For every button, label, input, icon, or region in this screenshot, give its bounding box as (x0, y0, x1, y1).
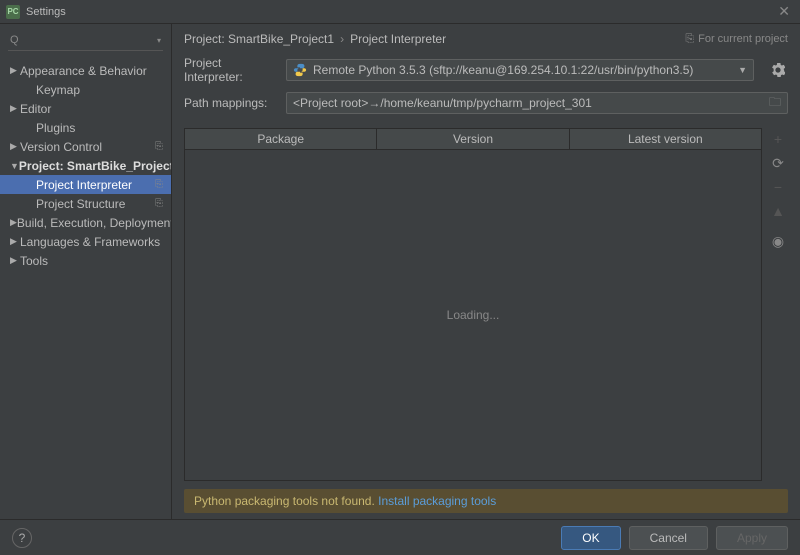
chevron-right-icon: ▶ (10, 255, 20, 266)
tree-item[interactable]: Project Structure ⎘ (0, 194, 171, 213)
tree-item-label: Build, Execution, Deployment (17, 216, 171, 230)
add-package-icon[interactable]: + (769, 130, 787, 148)
tree-item[interactable]: ▶Editor (0, 99, 171, 118)
chevron-right-icon: ▶ (10, 236, 20, 247)
warning-text: Python packaging tools not found. (194, 494, 378, 508)
copy-icon: ⎘ (685, 33, 694, 46)
table-column-latest[interactable]: Latest version (570, 129, 761, 149)
tree-item-label: Tools (20, 254, 48, 268)
tree-item-label: Plugins (36, 121, 75, 135)
tree-item[interactable]: ▶Languages & Frameworks (0, 232, 171, 251)
chevron-right-icon: ▶ (10, 217, 17, 228)
tree-item-label: Editor (20, 102, 51, 116)
search-icon: Q (10, 34, 19, 46)
apply-button[interactable]: Apply (716, 526, 788, 550)
search-box[interactable]: Q ▾ (8, 30, 163, 51)
settings-tree: ▶Appearance & BehaviorKeymap▶EditorPlugi… (0, 57, 171, 519)
busy-icon: ⟳ (769, 154, 787, 172)
project-scope-icon: ⎘ (149, 141, 163, 152)
tree-item[interactable]: ▶Appearance & Behavior (0, 61, 171, 80)
breadcrumb-project: Project: SmartBike_Project1 (184, 32, 334, 46)
folder-icon[interactable]: 🗀 (769, 93, 781, 114)
mappings-label: Path mappings: (184, 96, 276, 110)
tree-item[interactable]: Plugins (0, 118, 171, 137)
remove-package-icon[interactable]: − (769, 178, 787, 196)
tree-item[interactable]: ▶Tools (0, 251, 171, 270)
mappings-field[interactable]: <Project root>→/home/keanu/tmp/pycharm_p… (286, 92, 788, 114)
chevron-right-icon: ▶ (10, 65, 20, 76)
table-column-package[interactable]: Package (185, 129, 377, 149)
tree-item-label: Languages & Frameworks (20, 235, 160, 249)
tree-item-label: Project: SmartBike_Project1 (19, 159, 171, 173)
help-button[interactable]: ? (12, 528, 32, 548)
tree-item[interactable]: ▶Build, Execution, Deployment (0, 213, 171, 232)
tree-item-label: Appearance & Behavior (20, 64, 147, 78)
chevron-down-icon: ▼ (738, 65, 747, 75)
table-column-version[interactable]: Version (377, 129, 569, 149)
cancel-button[interactable]: Cancel (629, 526, 708, 550)
breadcrumb-separator-icon: › (340, 32, 344, 46)
tree-item-label: Project Structure (36, 197, 125, 211)
packages-table: Package Version Latest version Loading..… (184, 128, 762, 481)
settings-sidebar: Q ▾ ▶Appearance & BehaviorKeymap▶EditorP… (0, 24, 172, 519)
app-icon: PC (6, 5, 20, 19)
tree-item-label: Version Control (20, 140, 102, 154)
loading-text: Loading... (447, 308, 500, 322)
project-scope-icon: ⎘ (149, 198, 163, 209)
search-input[interactable] (23, 33, 157, 47)
tree-item[interactable]: ▶Version Control ⎘ (0, 137, 171, 156)
search-dropdown-icon[interactable]: ▾ (157, 36, 161, 45)
tree-item[interactable]: Project Interpreter ⎘ (0, 175, 171, 194)
chevron-down-icon: ▼ (10, 161, 19, 171)
warning-bar: Python packaging tools not found. Instal… (184, 489, 788, 513)
tree-item-label: Keymap (36, 83, 80, 97)
ok-button[interactable]: OK (561, 526, 620, 550)
show-early-releases-icon[interactable]: ◉ (769, 232, 787, 250)
upgrade-package-icon[interactable]: ▲ (769, 202, 787, 220)
close-icon[interactable]: ✕ (774, 3, 794, 20)
tree-item-label: Project Interpreter (36, 178, 132, 192)
install-tools-link[interactable]: Install packaging tools (378, 494, 496, 508)
interpreter-label: Project Interpreter: (184, 56, 276, 84)
interpreter-value: Remote Python 3.5.3 (sftp://keanu@169.25… (313, 63, 732, 77)
interpreter-dropdown[interactable]: Remote Python 3.5.3 (sftp://keanu@169.25… (286, 59, 754, 81)
tree-item[interactable]: ▼Project: SmartBike_Project1⎘ (0, 156, 171, 175)
for-current-project-label: ⎘ For current project (685, 33, 788, 46)
gear-icon[interactable] (768, 60, 788, 80)
mappings-value: <Project root>→/home/keanu/tmp/pycharm_p… (293, 96, 765, 110)
breadcrumb: Project: SmartBike_Project1 › Project In… (172, 24, 800, 52)
python-icon (293, 63, 307, 77)
tree-item[interactable]: Keymap (0, 80, 171, 99)
breadcrumb-page: Project Interpreter (350, 32, 446, 46)
project-scope-icon: ⎘ (149, 179, 163, 190)
window-title: Settings (26, 6, 66, 18)
chevron-right-icon: ▶ (10, 141, 20, 152)
chevron-right-icon: ▶ (10, 103, 20, 114)
